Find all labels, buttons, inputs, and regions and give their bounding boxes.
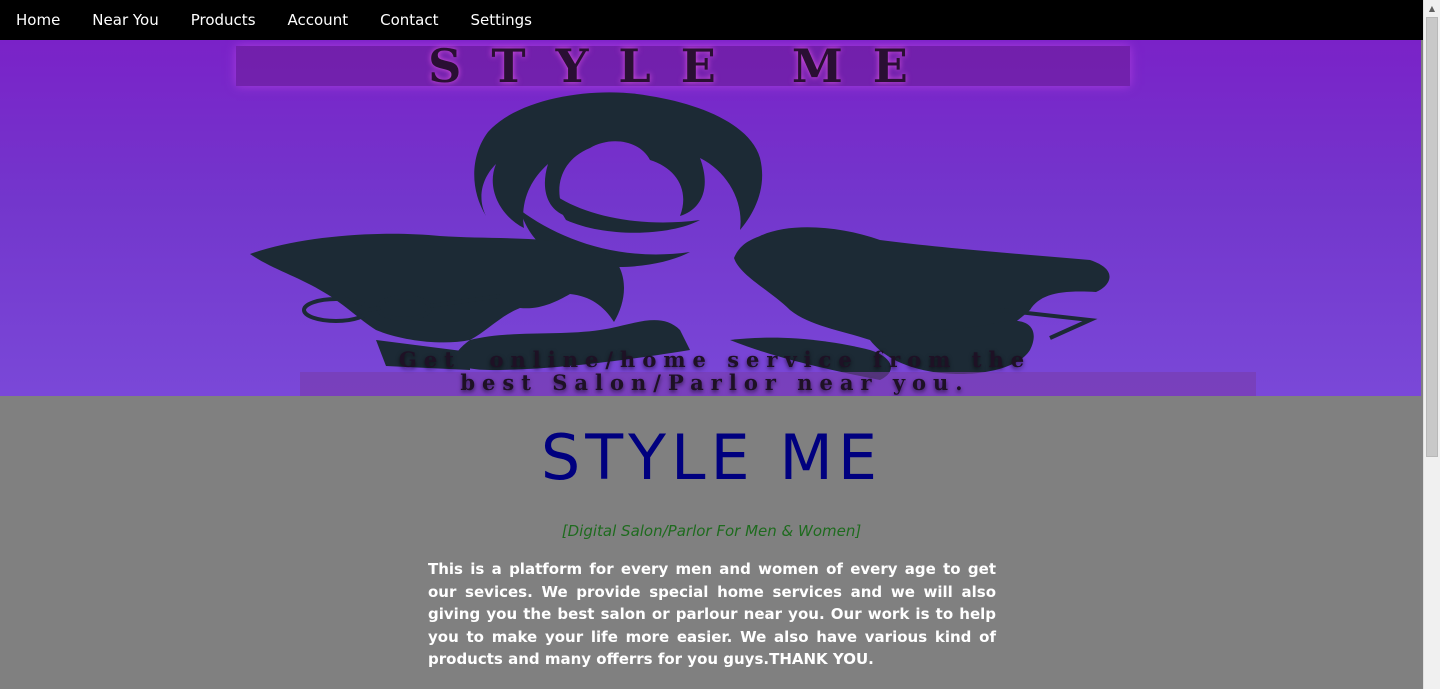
top-navbar: Home Near You Products Account Contact S… <box>0 0 1423 40</box>
banner-tagline: Get online/home service from the best Sa… <box>150 348 1280 394</box>
nav-settings-link[interactable]: Settings <box>454 0 548 40</box>
banner-tagline-line1: Get online/home service from the <box>398 347 1032 372</box>
nav-near-you-link[interactable]: Near You <box>76 0 174 40</box>
scrollbar-thumb[interactable] <box>1426 17 1438 457</box>
hero-banner: STYLE ME Get online/home service from th… <box>0 40 1421 396</box>
nav-contact-link[interactable]: Contact <box>364 0 454 40</box>
about-description: This is a platform for every men and wom… <box>428 560 996 669</box>
nav-products-link[interactable]: Products <box>175 0 272 40</box>
nav-account-link[interactable]: Account <box>272 0 365 40</box>
scroll-up-arrow-icon[interactable]: ▲ <box>1424 0 1440 17</box>
banner-tagline-line2: best Salon/Parlor near you. <box>460 370 970 395</box>
page-title: STYLE ME <box>540 421 883 494</box>
nav-home-link[interactable]: Home <box>0 0 76 40</box>
page-subtitle: [Digital Salon/Parlor For Men & Women] <box>561 522 862 540</box>
vertical-scrollbar[interactable]: ▲ <box>1423 0 1440 689</box>
salon-silhouettes-illustration <box>250 92 1110 380</box>
